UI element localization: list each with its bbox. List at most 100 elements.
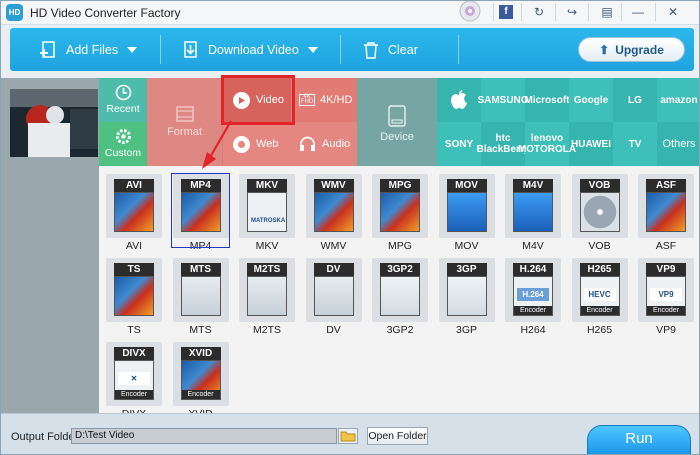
format-tile-dv[interactable]: DV: [305, 258, 362, 322]
format-tile-m2ts[interactable]: M2TS: [239, 258, 295, 322]
device-tab[interactable]: Device: [357, 78, 437, 166]
film-icon: Encoder: [180, 360, 221, 400]
add-files-button[interactable]: Add Files: [40, 28, 138, 71]
brand-lenovo-motorola[interactable]: lenovo MOTOROLA: [518, 122, 576, 166]
brand-label: TV: [628, 138, 642, 150]
format-tile-m4v[interactable]: M4V: [505, 174, 561, 238]
recent-label: Recent: [106, 103, 140, 115]
format-label: H265: [586, 324, 613, 336]
brand-lg[interactable]: LG: [613, 78, 657, 122]
format-tile-vp9[interactable]: VP9 VP9 Encoder: [638, 258, 694, 322]
download-video-label: Download Video: [208, 42, 299, 57]
recent-tab[interactable]: Recent: [99, 78, 147, 122]
app-logo: HD: [6, 4, 23, 21]
format-badge: MTS: [180, 263, 221, 276]
format-art-text: H.264: [517, 288, 549, 301]
format-label: DV: [326, 324, 341, 336]
download-video-button[interactable]: Download Video: [182, 28, 318, 71]
format-tile-mpg[interactable]: MPG: [372, 174, 428, 238]
format-label: MKV: [255, 240, 279, 252]
phone-icon: [446, 276, 487, 316]
format-label: VOB: [588, 240, 611, 252]
run-button[interactable]: Run: [587, 425, 691, 454]
format-tile-wmv[interactable]: WMV: [305, 174, 362, 238]
format-tile-mov[interactable]: MOV: [438, 174, 495, 238]
format-tile-mkv[interactable]: MKV MATROSKA: [239, 174, 295, 238]
chat-icon[interactable]: ▤: [597, 4, 617, 21]
title-bar: HD HD Video Converter Factory f ↻ ↪ ▤ — …: [1, 1, 699, 25]
close-icon[interactable]: ✕: [663, 4, 683, 21]
format-tile-mts[interactable]: MTS: [172, 258, 229, 322]
brand-tv[interactable]: TV: [613, 122, 657, 166]
format-badge: VOB: [579, 179, 620, 192]
arrow-up-icon: ⬆: [599, 42, 610, 57]
format-art-text: HEVC: [583, 288, 616, 301]
custom-tab[interactable]: Custom: [99, 122, 147, 166]
facebook-icon[interactable]: f: [499, 5, 513, 19]
brand-label: Google: [573, 94, 609, 106]
format-badge: M4V: [513, 179, 553, 192]
web-label: Web: [256, 138, 279, 150]
brand-samsung[interactable]: SAMSUNG: [477, 78, 529, 122]
share-icon[interactable]: ↪: [562, 4, 582, 21]
format-label: WMV: [320, 240, 347, 252]
format-tile-h264[interactable]: H.264 H.264 Encoder: [505, 258, 561, 322]
cam-icon: [180, 276, 221, 316]
format-tile-xvid[interactable]: XVID Encoder: [172, 342, 229, 406]
format-label: MTS: [189, 324, 212, 336]
format-tile-h265[interactable]: H265 HEVC Encoder: [571, 258, 628, 322]
format-label: TS: [127, 324, 141, 336]
brand-sony[interactable]: SONY: [437, 122, 481, 166]
minimize-icon[interactable]: —: [628, 4, 648, 21]
apple-icon: [451, 90, 467, 109]
custom-label: Custom: [104, 147, 142, 159]
format-badge: 3GP2: [380, 263, 420, 276]
upgrade-button[interactable]: ⬆ Upgrade: [578, 37, 685, 62]
video-thumbnail[interactable]: [9, 88, 99, 158]
open-folder-button[interactable]: Open Folder: [367, 427, 428, 445]
disc-icon: [459, 1, 481, 22]
brand-huawei[interactable]: HUAWEI: [569, 122, 613, 166]
brand-label: amazon: [660, 94, 698, 106]
add-files-label: Add Files: [66, 42, 119, 57]
brand-apple[interactable]: [437, 78, 481, 122]
trash-icon: [364, 41, 378, 59]
format-tile-3gp[interactable]: 3GP: [438, 258, 495, 322]
format-art-footer: Encoder: [647, 306, 685, 315]
tablet-icon: [388, 105, 406, 127]
format-tile-divx[interactable]: DIVX ✕ Encoder: [106, 342, 162, 406]
format-tile-vob[interactable]: VOB: [571, 174, 628, 238]
bottom-bar: Output Folder: D:\Test Video Open Folder…: [1, 413, 699, 454]
cam-icon: [247, 276, 287, 316]
format-badge: VP9: [646, 263, 686, 276]
audio-label: Audio: [322, 138, 351, 150]
encoder-icon: VP9 Encoder: [646, 276, 686, 316]
clear-button[interactable]: Clear: [362, 28, 418, 71]
brand-label: HUAWEI: [571, 138, 611, 150]
format-badge: H.264: [513, 263, 553, 276]
refresh-icon[interactable]: ↻: [529, 4, 549, 21]
format-tile-avi[interactable]: AVI: [106, 174, 162, 238]
brand-others[interactable]: Others: [657, 122, 699, 166]
brand-google[interactable]: Google: [569, 78, 613, 122]
folder-icon[interactable]: [338, 428, 358, 444]
brand-microsoft[interactable]: Microsoft: [525, 78, 570, 122]
encoder-icon: HEVC Encoder: [579, 276, 620, 316]
brand-amazon[interactable]: amazon: [657, 78, 699, 122]
encoder-icon: MATROSKA: [247, 192, 287, 232]
format-tile-asf[interactable]: ASF: [638, 174, 694, 238]
upgrade-label: Upgrade: [615, 42, 664, 57]
chevron-down-icon[interactable]: [127, 46, 138, 53]
red-arrow-annotation: [202, 120, 232, 169]
audio-category[interactable]: Audio: [291, 122, 357, 166]
format-tile-3gp2[interactable]: 3GP2: [372, 258, 428, 322]
output-folder-field[interactable]: D:\Test Video: [71, 428, 337, 444]
format-badge: DV: [313, 263, 354, 276]
separator: [160, 35, 161, 64]
format-tile-ts[interactable]: TS: [106, 258, 162, 322]
format-label: H264: [520, 324, 546, 336]
format-badge: TS: [114, 263, 154, 276]
chevron-down-icon[interactable]: [307, 46, 318, 53]
brand-grid: SAMSUNG Microsoft Google LG amazon SONY htc Bl…: [437, 78, 699, 166]
4k-hd-category[interactable]: 4K FHD 4K/HD: [291, 78, 357, 122]
